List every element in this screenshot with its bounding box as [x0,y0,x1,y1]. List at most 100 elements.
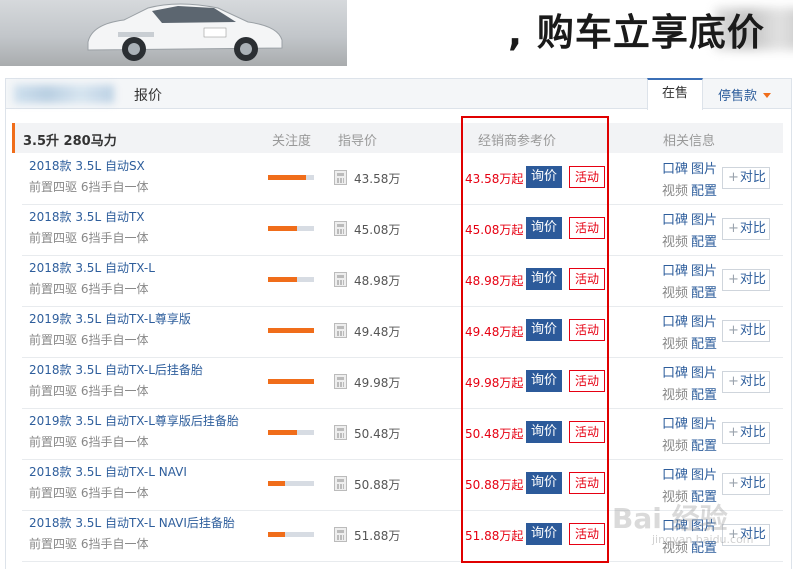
config-link[interactable]: 配置 [691,231,717,250]
model-name-link[interactable]: 2018款 3.5L 自动TX-L [29,259,155,276]
config-link[interactable]: 配置 [691,282,717,301]
plus-icon: + [728,221,739,236]
page: , 购车立享底价 报价 在售 停售款 3.5升 280马力 关注度 指导价 经销… [0,0,793,569]
ask-price-button[interactable]: 询价 [526,523,562,545]
blurred-series-name [14,85,114,103]
panel-title: 报价 [134,88,162,104]
attention-bar-fill [268,481,286,486]
activity-button[interactable]: 活动 [569,217,605,239]
compare-button[interactable]: +对比 [722,473,770,495]
video-link[interactable]: 视频 [662,231,688,250]
activity-button[interactable]: 活动 [569,268,605,290]
reviews-link[interactable]: 口碑 [662,209,688,228]
model-name-link[interactable]: 2018款 3.5L 自动SX [29,157,145,174]
calculator-icon[interactable] [334,527,347,542]
compare-label: 对比 [739,323,766,338]
photos-link[interactable]: 图片 [691,311,717,330]
photos-link[interactable]: 图片 [691,362,717,381]
compare-button[interactable]: +对比 [722,320,770,342]
calculator-icon[interactable] [334,323,347,338]
ask-price-button[interactable]: 询价 [526,472,562,494]
activity-button[interactable]: 活动 [569,421,605,443]
video-link[interactable]: 视频 [662,180,688,199]
video-link[interactable]: 视频 [662,282,688,301]
guide-price: 50.48万 [354,427,401,441]
model-row: 2018款 3.5L 自动TX-L 前置四驱 6挡手自一体 48.98万 48.98万… [22,256,783,307]
plus-icon: + [728,476,739,491]
ask-price-button[interactable]: 询价 [526,217,562,239]
calculator-icon[interactable] [334,272,347,287]
model-spec: 前置四驱 6挡手自一体 [29,333,149,347]
ask-price-button[interactable]: 询价 [526,166,562,188]
model-name-link[interactable]: 2019款 3.5L 自动TX-L尊享版后挂备胎 [29,412,239,429]
plus-icon: + [728,323,739,338]
attention-bar [268,481,314,486]
attention-bar-fill [268,277,297,282]
photos-link[interactable]: 图片 [691,260,717,279]
compare-button[interactable]: +对比 [722,269,770,291]
reviews-link[interactable]: 口碑 [662,413,688,432]
model-name-link[interactable]: 2018款 3.5L 自动TX-L NAVI [29,463,187,480]
config-link[interactable]: 配置 [691,435,717,454]
compare-label: 对比 [739,425,766,440]
photos-link[interactable]: 图片 [691,209,717,228]
calculator-icon[interactable] [334,476,347,491]
model-spec: 前置四驱 6挡手自一体 [29,231,149,245]
col-attention: 关注度 [272,134,312,149]
col-related: 相关信息 [663,134,716,149]
panel-header: 报价 在售 停售款 [6,78,791,110]
compare-button[interactable]: +对比 [722,167,770,189]
ask-price-button[interactable]: 询价 [526,319,562,341]
activity-button[interactable]: 活动 [569,370,605,392]
calculator-icon[interactable] [334,221,347,236]
calculator-icon[interactable] [334,425,347,440]
guide-price: 49.48万 [354,325,401,339]
model-name-link[interactable]: 2019款 3.5L 自动TX-L尊享版 [29,310,191,327]
model-spec: 前置四驱 6挡手自一体 [29,486,149,500]
compare-button[interactable]: +对比 [722,422,770,444]
banner-image [0,0,347,66]
model-row: 2019款 3.5L 自动TX-L尊享版 前置四驱 6挡手自一体 49.48万 49.… [22,307,783,358]
model-name-link[interactable]: 2018款 3.5L 自动TX-L NAVI后挂备胎 [29,514,235,531]
compare-label: 对比 [739,272,766,287]
reviews-link[interactable]: 口碑 [662,260,688,279]
calculator-icon[interactable] [334,170,347,185]
caret-down-icon [763,93,772,98]
config-link[interactable]: 配置 [691,333,717,352]
tab-discontinued[interactable]: 停售款 [718,85,772,104]
model-spec: 前置四驱 6挡手自一体 [29,282,149,296]
video-link[interactable]: 视频 [662,435,688,454]
compare-button[interactable]: +对比 [722,218,770,240]
photos-link[interactable]: 图片 [691,464,717,483]
engine-group-header: 3.5升 280马力 关注度 指导价 经销商参考价 相关信息 [12,123,783,153]
model-name-link[interactable]: 2018款 3.5L 自动TX [29,208,145,225]
model-spec: 前置四驱 6挡手自一体 [29,180,149,194]
video-link[interactable]: 视频 [662,333,688,352]
reviews-link[interactable]: 口碑 [662,362,688,381]
ask-price-button[interactable]: 询价 [526,370,562,392]
photos-link[interactable]: 图片 [691,413,717,432]
tab-on-sale[interactable]: 在售 [647,78,703,110]
reviews-link[interactable]: 口碑 [662,158,688,177]
banner-slogan: , 购车立享底价 [508,11,765,54]
ad-banner[interactable]: , 购车立享底价 [0,0,793,66]
config-link[interactable]: 配置 [691,180,717,199]
activity-button[interactable]: 活动 [569,319,605,341]
model-name-link[interactable]: 2018款 3.5L 自动TX-L后挂备胎 [29,361,203,378]
config-link[interactable]: 配置 [691,384,717,403]
compare-button[interactable]: +对比 [722,371,770,393]
photos-link[interactable]: 图片 [691,158,717,177]
ask-price-button[interactable]: 询价 [526,268,562,290]
dealer-price: 50.48万起 [465,427,524,441]
activity-button[interactable]: 活动 [569,523,605,545]
reviews-link[interactable]: 口碑 [662,464,688,483]
calculator-icon[interactable] [334,374,347,389]
activity-button[interactable]: 活动 [569,472,605,494]
attention-bar-fill [268,175,306,180]
model-spec: 前置四驱 6挡手自一体 [29,384,149,398]
ask-price-button[interactable]: 询价 [526,421,562,443]
activity-button[interactable]: 活动 [569,166,605,188]
video-link[interactable]: 视频 [662,384,688,403]
dealer-price: 43.58万起 [465,172,524,186]
reviews-link[interactable]: 口碑 [662,311,688,330]
